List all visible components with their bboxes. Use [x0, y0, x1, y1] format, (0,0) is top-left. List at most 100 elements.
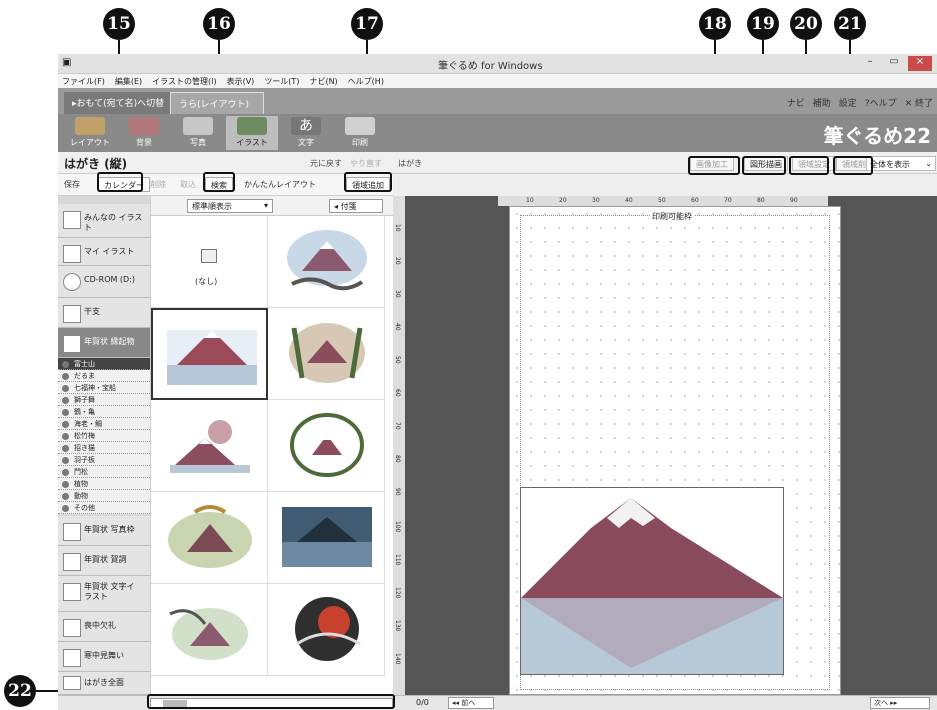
category-community[interactable]: みんなの イラスト [58, 204, 150, 238]
callout-box-19 [742, 156, 786, 175]
menu-navi[interactable]: ナビ(N) [305, 74, 343, 87]
subcategory-kadomatsu[interactable]: 門松 [58, 466, 150, 478]
import-button[interactable]: 取込 [180, 179, 196, 190]
subcategory-hagoita[interactable]: 羽子板 [58, 454, 150, 466]
menu-help[interactable]: ヘルプ(H) [344, 74, 390, 87]
switch-front-button[interactable]: ▸おもて(宛て名)へ切替 [64, 92, 173, 114]
view-select[interactable]: 全体を表示 ⌄ [866, 156, 936, 171]
category-full-card[interactable]: はがき全面 [58, 672, 150, 695]
menu-file[interactable]: ファイル(F) [58, 74, 111, 87]
minimize-button[interactable]: – [858, 56, 882, 71]
tool-photo-button[interactable]: 写真 [172, 116, 224, 150]
subcategory-daruma[interactable]: だるま [58, 370, 150, 382]
subcategory-shichifukujin[interactable]: 七福神・宝船 [58, 382, 150, 394]
subcategory-ebitai[interactable]: 海老・鯛 [58, 418, 150, 430]
menu-illust-manage[interactable]: イラストの管理(I) [148, 74, 222, 87]
category-mochu[interactable]: 喪中欠礼 [58, 612, 150, 642]
menu-tools[interactable]: ツール(T) [260, 74, 305, 87]
assist-link[interactable]: 補助 [813, 99, 831, 109]
delete-button[interactable]: 削除 [150, 179, 166, 190]
tag-value: 付箋 [340, 202, 357, 211]
menu-view[interactable]: 表示(V) [223, 74, 261, 87]
illust-cell[interactable] [268, 400, 385, 492]
close-button[interactable]: × [908, 56, 932, 71]
redo-button[interactable]: やり直す [350, 159, 382, 168]
category-kanchu[interactable]: 寒中見舞い [58, 642, 150, 672]
category-gashi[interactable]: 年賀状 賀詞 [58, 546, 150, 576]
ruler-tick-label: 70 [724, 197, 732, 204]
sort-value: 標準順表示 [192, 202, 232, 211]
category-cdrom[interactable]: CD-ROM (D:) [58, 266, 150, 298]
category-label: 年賀状 賀詞 [84, 555, 127, 564]
settings-link[interactable]: 設定 [839, 99, 857, 109]
illust-cell[interactable] [268, 492, 385, 584]
subcategory-shishimai[interactable]: 獅子舞 [58, 394, 150, 406]
illust-cell-selected[interactable] [151, 308, 268, 400]
layout-icon [75, 117, 105, 135]
ruler-tick-label: 80 [757, 197, 765, 204]
text-icon: あ [291, 117, 321, 135]
tool-layout-button[interactable]: レイアウト [64, 116, 116, 150]
menu-bar: ファイル(F) 編集(E) イラストの管理(I) 表示(V) ツール(T) ナビ(N) ヘル… [58, 74, 937, 88]
tool-text-label: 文字 [298, 138, 314, 147]
help-link[interactable]: ?ヘルプ [865, 99, 897, 109]
ruler-tick-label: 110 [394, 554, 401, 566]
subcategory-plants[interactable]: 植物 [58, 478, 150, 490]
subcategory-animals[interactable]: 動物 [58, 490, 150, 502]
undo-button[interactable]: 元に戻す [310, 159, 342, 168]
prev-button[interactable]: ◂◂ 前へ [448, 697, 494, 709]
menu-edit[interactable]: 編集(E) [111, 74, 148, 87]
subcategory-label: 七福神・宝船 [74, 384, 116, 392]
top-right-links: ナビ 補助 設定 ?ヘルプ ✕ 終了 [779, 96, 933, 109]
ruler-tick-label: 60 [394, 389, 401, 397]
next-button[interactable]: 次へ ▸▸ [870, 697, 930, 709]
tool-text-button[interactable]: あ文字 [280, 116, 332, 150]
ruler-tick-label: 130 [394, 620, 401, 632]
navi-link[interactable]: ナビ [787, 99, 805, 109]
subcategory-shochikubai[interactable]: 松竹梅 [58, 430, 150, 442]
sort-select[interactable]: 標準順表示 ▾ [187, 199, 273, 213]
callout-box-15 [97, 172, 143, 192]
callout-20: 20 [790, 8, 822, 40]
illust-cell[interactable] [268, 216, 385, 308]
tag-select[interactable]: ◂ 付箋 [329, 199, 383, 213]
subcategory-manekineko[interactable]: 招き猫 [58, 442, 150, 454]
subcategory-other[interactable]: その他 [58, 502, 150, 514]
illust-cell-none[interactable]: (なし) [151, 216, 268, 308]
category-label: マイ イラスト [84, 247, 135, 256]
app-icon: ▣ [62, 57, 72, 68]
subcategory-label: 羽子板 [74, 456, 95, 464]
postcard-canvas[interactable]: 印刷可能枠 [509, 206, 841, 695]
subcategory-tsurukame[interactable]: 鶴・亀 [58, 406, 150, 418]
tool-illust-button[interactable]: イラスト [226, 116, 278, 150]
exit-link[interactable]: ✕ 終了 [905, 99, 933, 109]
easy-layout-button[interactable]: かんたんレイアウト [244, 179, 316, 190]
category-engimono[interactable]: 年賀状 縁起物 [58, 328, 150, 358]
callout-19: 19 [747, 8, 779, 40]
illust-cell[interactable] [268, 584, 385, 676]
category-photo-frame[interactable]: 年賀状 写真枠 [58, 516, 150, 546]
tab-back-layout[interactable]: うら(レイアウト) [170, 92, 264, 114]
illust-cell[interactable] [151, 584, 268, 676]
ruler-tick-label: 90 [394, 488, 401, 496]
brand-logo: 筆ぐるめ22 [823, 124, 931, 148]
category-icon [63, 245, 81, 263]
maximize-button[interactable]: ▭ [882, 56, 906, 71]
illust-cell[interactable] [151, 400, 268, 492]
tool-illust-label: イラスト [236, 138, 268, 147]
ruler-tick-label: 120 [394, 587, 401, 599]
callout-box-18 [688, 156, 740, 175]
illust-cell[interactable] [268, 308, 385, 400]
subcategory-label: 植物 [74, 480, 88, 488]
illust-cell[interactable] [151, 492, 268, 584]
category-eto[interactable]: 干支 [58, 298, 150, 328]
tool-print-button[interactable]: 印刷 [334, 116, 386, 150]
tool-background-button[interactable]: 背景 [118, 116, 170, 150]
save-button[interactable]: 保存 [64, 179, 80, 190]
subcategory-fuji[interactable]: 富士山 [58, 358, 150, 370]
category-my-illust[interactable]: マイ イラスト [58, 238, 150, 266]
category-text-illust[interactable]: 年賀状 文字イラスト [58, 576, 150, 612]
no-image-icon [201, 249, 217, 263]
ruler-tick-label: 40 [625, 197, 633, 204]
placed-illust-frame[interactable] [520, 487, 784, 675]
